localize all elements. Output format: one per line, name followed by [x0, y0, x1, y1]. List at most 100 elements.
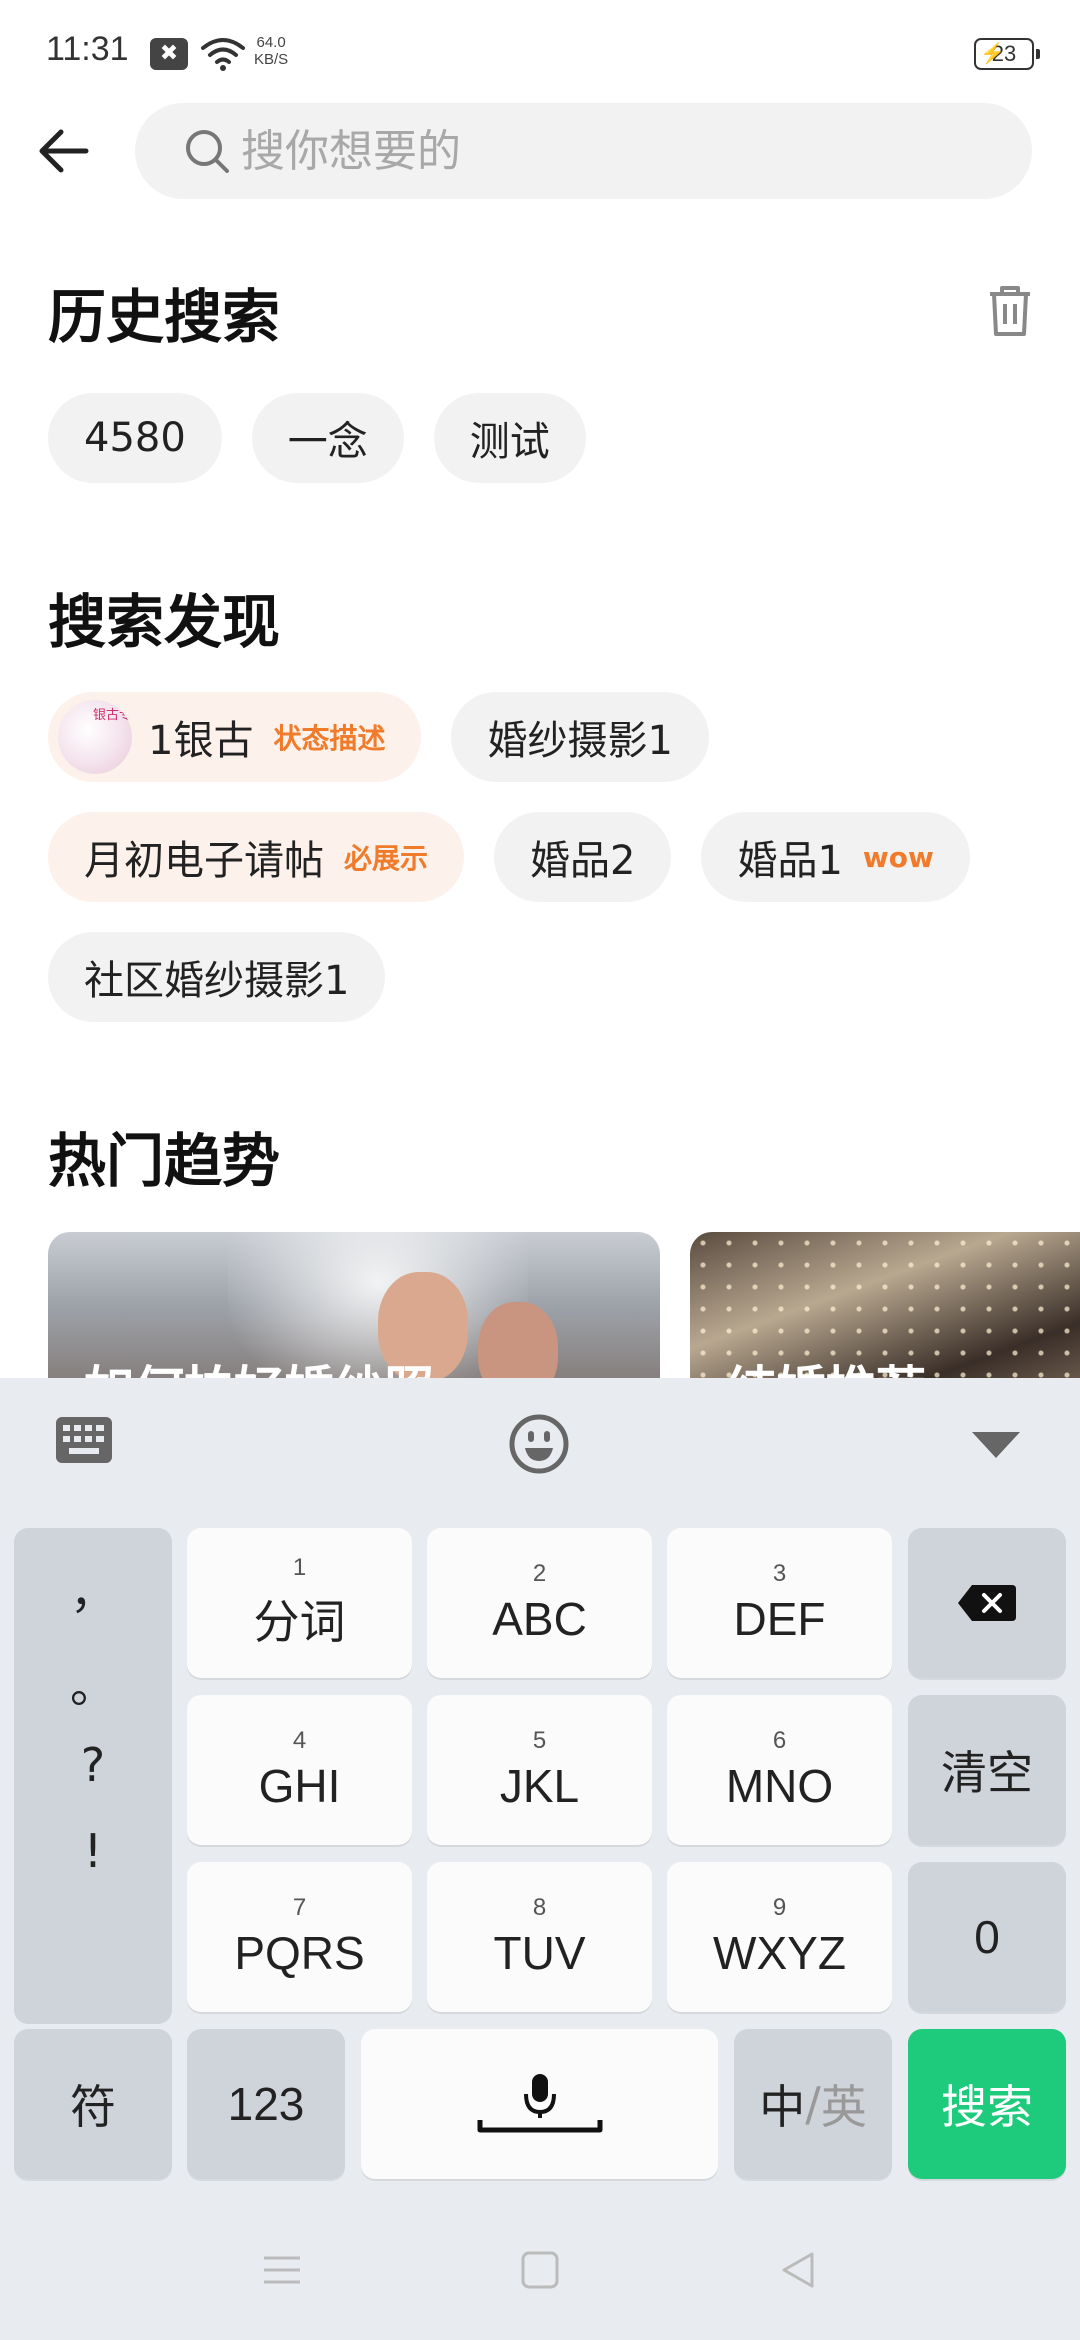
key-number: 4 — [292, 1727, 307, 1754]
key-label: 0 — [974, 1911, 1000, 1963]
key-label: 123 — [227, 2078, 305, 2130]
discover-chip[interactable]: 婚品2 — [494, 812, 672, 902]
key-label: 分词 — [253, 1595, 346, 1649]
keyboard-switch-icon[interactable] — [54, 1413, 114, 1467]
key-label: 符 — [70, 2080, 116, 2134]
navigation-bar — [0, 2220, 1080, 2340]
notification-icon: ✖ — [150, 38, 188, 70]
status-bar: 11:31 ✖ 64.0 KB/S ⚡ 23 — [0, 0, 1080, 100]
punct-key[interactable]: ， — [14, 1556, 172, 1622]
microphone-icon — [477, 2074, 602, 2133]
chip-label: 社区婚纱摄影1 — [84, 958, 350, 1004]
key-number: 3 — [772, 1560, 787, 1587]
chip-label: 月初电子请帖 — [84, 838, 324, 884]
key-label: JKL — [499, 1760, 580, 1812]
key-label: WXYZ — [713, 1927, 846, 1979]
key-9[interactable]: 9 WXYZ — [667, 1862, 892, 2012]
discover-row-1: 银古专用 1银古 状态描述 婚纱摄影1 — [48, 692, 709, 782]
charging-icon: ⚡ — [980, 43, 1005, 65]
history-chip[interactable]: 一念 — [251, 393, 404, 483]
history-chip[interactable]: 4580 — [48, 393, 222, 483]
chip-tag: wow — [862, 840, 934, 874]
chip-label: 1银古 — [148, 718, 254, 764]
search-icon — [186, 130, 229, 173]
history-list: 4580 一念 测试 — [48, 393, 586, 483]
discover-chip[interactable]: 社区婚纱摄影1 — [48, 932, 386, 1022]
history-title: 历史搜索 — [48, 283, 281, 351]
chip-tag: 状态描述 — [273, 722, 386, 755]
key-5[interactable]: 5 JKL — [427, 1695, 652, 1845]
history-chip[interactable]: 测试 — [433, 393, 586, 483]
key-1[interactable]: 1 分词 — [187, 1528, 412, 1678]
key-6[interactable]: 6 MNO — [667, 1695, 892, 1845]
discover-chip[interactable]: 银古专用 1银古 状态描述 — [48, 692, 422, 782]
emoji-icon[interactable] — [508, 1413, 570, 1475]
back-button[interactable] — [28, 116, 98, 186]
key-8[interactable]: 8 TUV — [427, 1862, 652, 2012]
key-label: 清空 — [941, 1746, 1033, 1800]
punct-key[interactable]: ? — [14, 1738, 172, 1792]
menu-icon[interactable] — [262, 2250, 302, 2290]
chip-label: 婚品1 — [737, 838, 843, 884]
keyboard: ， 。 ? ! 1 分词 2 ABC 3 DEF 4 GHI 5 JKL 6 M… — [0, 1378, 1080, 2340]
discover-chip[interactable]: 婚纱摄影1 — [451, 692, 709, 782]
key-label: MNO — [725, 1760, 834, 1812]
punctuation-column[interactable]: ， 。 ? ! — [14, 1528, 172, 2024]
network-speed: 64.0 KB/S — [254, 34, 288, 68]
key-0[interactable]: 0 — [908, 1862, 1066, 2012]
chip-label: 婚品2 — [530, 838, 636, 884]
backspace-key[interactable] — [908, 1528, 1066, 1678]
discover-row-2: 月初电子请帖 必展示 婚品2 婚品1 wow — [48, 812, 970, 902]
key-label: GHI — [258, 1760, 341, 1812]
battery-icon: ⚡ 23 — [974, 38, 1040, 70]
keyboard-toolbar — [0, 1378, 1080, 1508]
key-number: 7 — [292, 1894, 307, 1921]
chip-thumbnail: 银古专用 — [58, 700, 132, 774]
lang-zh-label: 中 — [759, 2080, 806, 2134]
lang-separator: / — [805, 2077, 821, 2131]
backspace-icon — [958, 1585, 1016, 1621]
search-box[interactable] — [135, 103, 1032, 199]
key-label: 搜索 — [941, 2080, 1033, 2134]
discover-chip[interactable]: 婚品1 wow — [701, 812, 970, 902]
trends-title: 热门趋势 — [48, 1127, 281, 1195]
network-speed-unit: KB/S — [254, 51, 289, 68]
language-toggle-key[interactable]: 中 / 英 — [734, 2029, 892, 2179]
key-2[interactable]: 2 ABC — [427, 1528, 652, 1678]
space-voice-key[interactable] — [361, 2029, 718, 2179]
punct-key[interactable]: ! — [14, 1824, 172, 1878]
arrow-left-icon — [39, 129, 89, 173]
discover-chip[interactable]: 月初电子请帖 必展示 — [48, 812, 465, 902]
status-time: 11:31 — [46, 30, 129, 68]
key-number: 6 — [772, 1727, 787, 1754]
numbers-key[interactable]: 123 — [187, 2029, 345, 2179]
punct-key[interactable]: 。 — [14, 1650, 172, 1716]
lang-en-label: 英 — [820, 2080, 867, 2134]
chip-label: 婚纱摄影1 — [487, 718, 673, 764]
network-speed-value: 64.0 — [256, 34, 286, 51]
key-number: 8 — [532, 1894, 547, 1921]
key-label: PQRS — [234, 1927, 365, 1979]
key-number: 5 — [532, 1727, 547, 1754]
thumbnail-text: 银古专用 — [93, 708, 132, 723]
chip-tag: 必展示 — [344, 842, 429, 875]
key-number: 2 — [532, 1560, 547, 1587]
symbols-key[interactable]: 符 — [14, 2029, 172, 2179]
home-icon[interactable] — [520, 2250, 560, 2290]
clear-key[interactable]: 清空 — [908, 1695, 1066, 1845]
key-7[interactable]: 7 PQRS — [187, 1862, 412, 2012]
search-input[interactable] — [241, 103, 981, 199]
discover-row-3: 社区婚纱摄影1 — [48, 932, 386, 1022]
key-label: TUV — [493, 1927, 586, 1979]
key-label: DEF — [733, 1593, 826, 1645]
search-key[interactable]: 搜索 — [908, 2029, 1066, 2179]
key-number: 1 — [292, 1554, 307, 1581]
trash-icon[interactable] — [984, 282, 1036, 338]
discover-title: 搜索发现 — [48, 588, 281, 656]
wifi-icon — [201, 38, 245, 71]
collapse-keyboard-icon[interactable] — [970, 1430, 1022, 1460]
key-4[interactable]: 4 GHI — [187, 1695, 412, 1845]
key-label: ABC — [492, 1593, 587, 1645]
back-nav-icon[interactable] — [778, 2250, 818, 2290]
key-3[interactable]: 3 DEF — [667, 1528, 892, 1678]
